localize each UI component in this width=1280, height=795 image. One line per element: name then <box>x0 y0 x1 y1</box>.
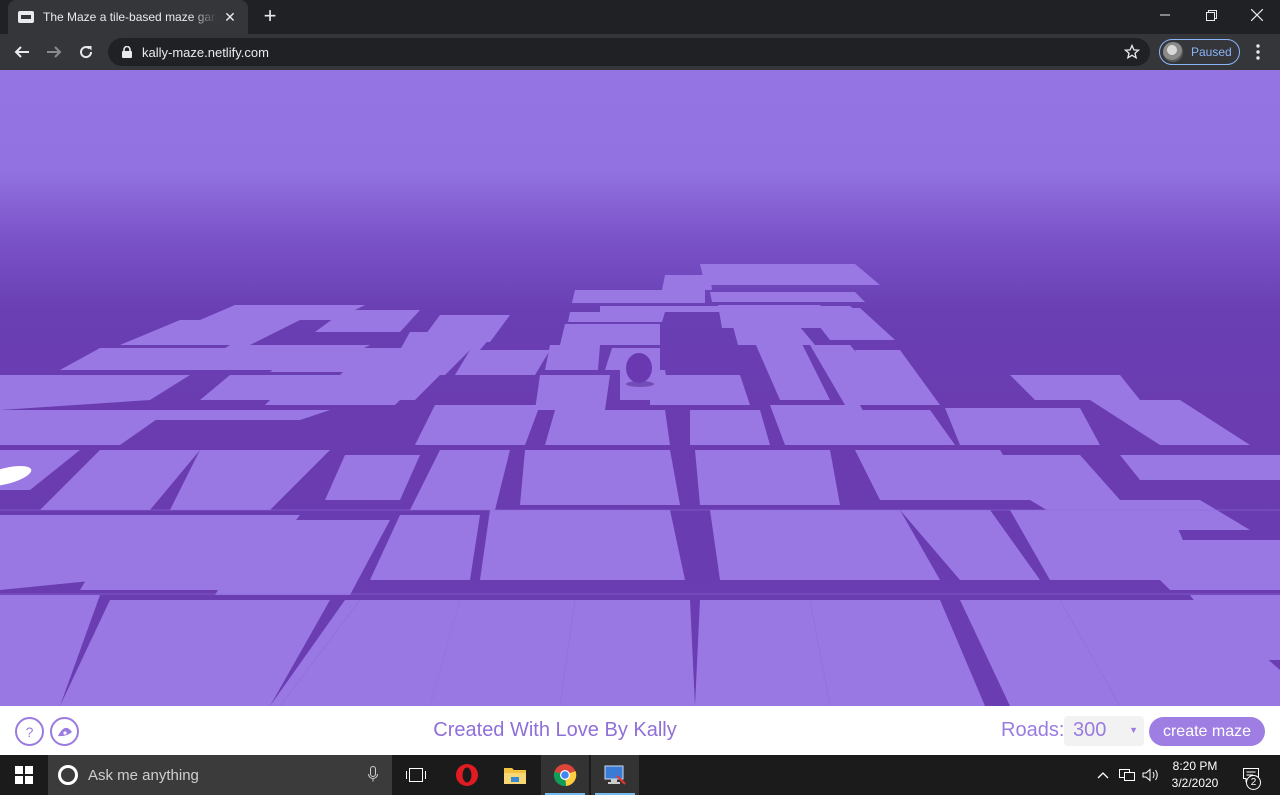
notification-badge: 2 <box>1246 775 1261 790</box>
cortana-icon <box>58 765 78 785</box>
reload-icon <box>80 46 93 59</box>
taskbar-search[interactable]: Ask me anything <box>48 755 392 795</box>
url-text: kally-maze.netlify.com <box>142 44 269 60</box>
task-view-icon <box>406 768 426 782</box>
network-button[interactable] <box>1116 755 1138 795</box>
remote-desktop-taskbar-button[interactable] <box>591 755 639 795</box>
volume-icon <box>1142 768 1158 782</box>
restore-button[interactable] <box>1188 0 1234 30</box>
arrow-right-icon <box>47 46 62 58</box>
reload-button[interactable] <box>72 38 100 66</box>
clock-date: 3/2/2020 <box>1171 776 1219 790</box>
clock-time: 8:20 PM <box>1172 759 1218 773</box>
restore-icon <box>1205 9 1217 21</box>
avatar <box>1163 42 1183 62</box>
tab-close-icon[interactable]: ✕ <box>222 9 238 26</box>
lock-icon <box>122 46 132 58</box>
forward-button[interactable] <box>40 38 68 66</box>
profile-button[interactable]: Paused <box>1159 39 1240 65</box>
arrow-left-icon <box>14 46 29 58</box>
task-view-button[interactable] <box>392 755 440 795</box>
profile-status: Paused <box>1191 45 1232 59</box>
search-placeholder: Ask me anything <box>88 766 199 784</box>
close-icon <box>1251 9 1263 21</box>
chrome-taskbar-button[interactable] <box>541 755 589 795</box>
chevron-up-icon <box>1097 772 1109 779</box>
roads-select[interactable]: 300 ▼ <box>1064 716 1144 746</box>
remote-desktop-icon <box>604 765 626 785</box>
file-explorer-taskbar-button[interactable] <box>491 755 539 795</box>
roads-value: 300 <box>1073 719 1107 741</box>
credit-text: Created With Love By Kally <box>433 719 677 741</box>
tray-overflow-button[interactable] <box>1094 755 1112 795</box>
opera-taskbar-button[interactable] <box>443 755 491 795</box>
microphone-icon[interactable] <box>368 766 378 787</box>
back-button[interactable] <box>8 38 36 66</box>
roads-label: Roads: <box>1001 719 1065 741</box>
windows-logo-icon <box>15 766 33 784</box>
opera-icon <box>456 764 478 786</box>
windows-taskbar: Ask me anything 8:20 PM 3/2/2020 2 <box>0 755 1280 795</box>
network-icon <box>1119 769 1135 781</box>
browser-tab[interactable]: The Maze a tile-based maze game ✕ <box>8 0 248 34</box>
game-footer: ? Created With Love By Kally Roads: 300 … <box>0 706 1280 755</box>
minimize-button[interactable] <box>1142 0 1188 30</box>
minimize-icon <box>1160 14 1170 16</box>
chevron-down-icon: ▼ <box>1129 725 1138 735</box>
folder-icon <box>504 768 526 784</box>
maze-scene[interactable] <box>0 70 1280 706</box>
maze-tiles <box>0 264 1280 706</box>
volume-button[interactable] <box>1140 755 1162 795</box>
address-bar[interactable]: kally-maze.netlify.com <box>108 38 1150 66</box>
new-tab-button[interactable]: + <box>258 5 282 29</box>
create-maze-button[interactable]: create maze <box>1149 717 1265 746</box>
start-button[interactable] <box>0 755 48 795</box>
tab-title: The Maze a tile-based maze game <box>43 10 217 24</box>
browser-menu-button[interactable] <box>1246 38 1270 66</box>
taskbar-clock[interactable]: 8:20 PM 3/2/2020 <box>1160 758 1230 792</box>
player-ball <box>626 353 652 383</box>
more-vertical-icon <box>1256 44 1260 60</box>
bookmark-star-icon[interactable] <box>1123 43 1141 65</box>
maze-canvas[interactable] <box>0 70 1280 706</box>
tab-strip: The Maze a tile-based maze game ✕ + <box>0 0 1280 34</box>
browser-toolbar: kally-maze.netlify.com Paused <box>0 34 1280 70</box>
chrome-icon <box>553 764 577 787</box>
tab-favicon-icon <box>18 11 34 23</box>
close-window-button[interactable] <box>1234 0 1280 30</box>
